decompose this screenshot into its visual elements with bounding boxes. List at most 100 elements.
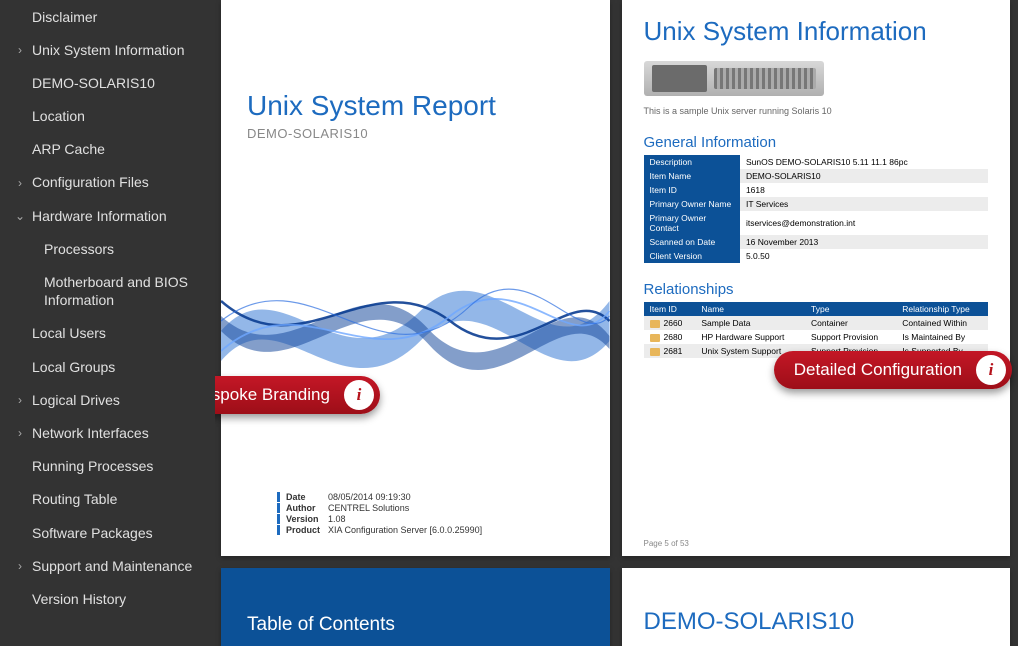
- report-meta: Date08/05/2014 09:19:30AuthorCENTREL Sol…: [277, 491, 584, 536]
- info-key: Item ID: [644, 183, 740, 197]
- sidebar-item-label: Processors: [44, 240, 207, 258]
- table-row: DescriptionSunOS DEMO-SOLARIS10 5.11 11.…: [644, 155, 989, 169]
- general-info-table: DescriptionSunOS DEMO-SOLARIS10 5.11 11.…: [644, 155, 989, 263]
- table-row: Scanned on Date16 November 2013: [644, 235, 989, 249]
- sidebar-item-support-and-maintenance[interactable]: ›Support and Maintenance: [0, 549, 215, 582]
- sidebar-item-software-packages[interactable]: Software Packages: [0, 516, 215, 549]
- meta-key: Date: [286, 492, 328, 502]
- info-value: DEMO-SOLARIS10: [740, 169, 988, 183]
- page-toc: Table of Contents: [221, 568, 610, 646]
- rel-id: 2660: [644, 316, 696, 330]
- sidebar-item-label: Version History: [32, 590, 207, 608]
- sidebar-item-location[interactable]: Location: [0, 100, 215, 133]
- sidebar-item-motherboard-and-bios-information[interactable]: Motherboard and BIOS Information: [0, 266, 215, 317]
- chevron-right-icon: ›: [12, 176, 28, 190]
- info-value: 16 November 2013: [740, 235, 988, 249]
- chevron-right-icon: ›: [12, 426, 28, 440]
- relationships-table: Item IDNameTypeRelationship Type2660Samp…: [644, 302, 989, 358]
- table-header: Relationship Type: [896, 302, 988, 316]
- meta-row: AuthorCENTREL Solutions: [277, 503, 584, 513]
- page-number: Page 5 of 53: [644, 539, 689, 548]
- table-header-row: Item IDNameTypeRelationship Type: [644, 302, 989, 316]
- sidebar-item-configuration-files[interactable]: › Configuration Files: [0, 166, 215, 199]
- sidebar-item-processors[interactable]: Processors: [0, 232, 215, 265]
- sidebar-item-label: Local Groups: [32, 358, 207, 376]
- sidebar-item-label: Local Users: [32, 324, 207, 342]
- sidebar-item-label: Support and Maintenance: [32, 557, 207, 575]
- sysinfo-desc: This is a sample Unix server running Sol…: [644, 106, 989, 116]
- sidebar-item-disclaimer[interactable]: Disclaimer: [0, 0, 215, 33]
- report-title: Unix System Report: [247, 90, 584, 122]
- info-value: 1618: [740, 183, 988, 197]
- table-row: Primary Owner NameIT Services: [644, 197, 989, 211]
- folder-icon: [650, 320, 660, 328]
- info-key: Primary Owner Contact: [644, 211, 740, 235]
- sidebar-item-label: Location: [32, 107, 207, 125]
- page-title-sheet: Unix System Report DEMO-SOLARIS10 Date08…: [221, 0, 610, 556]
- sidebar-item-label: Routing Table: [32, 490, 207, 508]
- meta-value: CENTREL Solutions: [328, 503, 409, 513]
- rel-relationship: Contained Within: [896, 316, 988, 330]
- table-row: Item NameDEMO-SOLARIS10: [644, 169, 989, 183]
- table-row: 2680HP Hardware SupportSupport Provision…: [644, 330, 989, 344]
- rel-type: Container: [805, 316, 896, 330]
- report-subtitle: DEMO-SOLARIS10: [247, 126, 584, 141]
- callout-detailed-configuration[interactable]: Detailed Configuration i: [774, 351, 1012, 389]
- table-row: 2660Sample DataContainerContained Within: [644, 316, 989, 330]
- sidebar-item-label: Motherboard and BIOS Information: [44, 273, 207, 309]
- sidebar-item-version-history[interactable]: Version History: [0, 582, 215, 615]
- sidebar-item-label: Disclaimer: [32, 8, 207, 26]
- meta-value: XIA Configuration Server [6.0.0.25990]: [328, 525, 482, 535]
- folder-icon: [650, 348, 660, 356]
- folder-icon: [650, 334, 660, 342]
- rel-type: Support Provision: [805, 330, 896, 344]
- rel-name: HP Hardware Support: [695, 330, 805, 344]
- info-value: IT Services: [740, 197, 988, 211]
- rel-id: 2680: [644, 330, 696, 344]
- sidebar-item-arp-cache[interactable]: ARP Cache: [0, 133, 215, 166]
- sysinfo-title: Unix System Information: [644, 16, 989, 47]
- sidebar-item-network-interfaces[interactable]: › Network Interfaces: [0, 416, 215, 449]
- left-column: Unix System Report DEMO-SOLARIS10 Date08…: [221, 0, 610, 646]
- info-icon: i: [976, 355, 1006, 385]
- sidebar-item-local-groups[interactable]: Local Groups: [0, 350, 215, 383]
- server-image: [644, 61, 824, 96]
- demo-title: DEMO-SOLARIS10: [644, 608, 989, 636]
- relationships-title: Relationships: [644, 281, 989, 298]
- sidebar-item-running-processes[interactable]: Running Processes: [0, 450, 215, 483]
- info-value: itservices@demonstration.int: [740, 211, 988, 235]
- meta-key: Product: [286, 525, 328, 535]
- callout-bespoke-branding[interactable]: Bespoke Branding i: [215, 376, 380, 414]
- chevron-right-icon: ›: [12, 43, 28, 57]
- table-header: Name: [695, 302, 805, 316]
- table-row: Client Version5.0.50: [644, 249, 989, 263]
- sidebar-item-label: Logical Drives: [32, 391, 207, 409]
- meta-value: 1.08: [328, 514, 346, 524]
- info-value: SunOS DEMO-SOLARIS10 5.11 11.1 86pc: [740, 155, 988, 169]
- info-key: Item Name: [644, 169, 740, 183]
- table-header: Item ID: [644, 302, 696, 316]
- meta-value: 08/05/2014 09:19:30: [328, 492, 411, 502]
- rel-id: 2681: [644, 344, 696, 358]
- sidebar-item-unix-system-information[interactable]: › Unix System Information: [0, 33, 215, 66]
- sidebar-item-demo-solaris10[interactable]: DEMO-SOLARIS10: [0, 66, 215, 99]
- table-header: Type: [805, 302, 896, 316]
- sidebar-item-label: Hardware Information: [32, 207, 207, 225]
- sidebar-item-label: Unix System Information: [32, 41, 207, 59]
- sidebar-nav: Disclaimer › Unix System Information DEMO-S…: [0, 0, 215, 646]
- page-system-info: Unix System Information This is a sample…: [622, 0, 1011, 556]
- sidebar-item-routing-table[interactable]: Routing Table: [0, 483, 215, 516]
- sidebar-item-local-users[interactable]: Local Users: [0, 317, 215, 350]
- sidebar-item-label: Configuration Files: [32, 173, 207, 191]
- sidebar-item-label: DEMO-SOLARIS10: [32, 74, 207, 92]
- sidebar-item-logical-drives[interactable]: ›Logical Drives: [0, 383, 215, 416]
- sidebar-item-hardware-information[interactable]: ⌄Hardware Information: [0, 199, 215, 232]
- info-value: 5.0.50: [740, 249, 988, 263]
- info-key: Scanned on Date: [644, 235, 740, 249]
- sidebar-item-label: Running Processes: [32, 457, 207, 475]
- meta-row: Date08/05/2014 09:19:30: [277, 492, 584, 502]
- general-info-title: General Information: [644, 134, 989, 151]
- sidebar-item-label: Network Interfaces: [32, 424, 207, 442]
- meta-key: Version: [286, 514, 328, 524]
- main-area: Unix System Report DEMO-SOLARIS10 Date08…: [215, 0, 1018, 646]
